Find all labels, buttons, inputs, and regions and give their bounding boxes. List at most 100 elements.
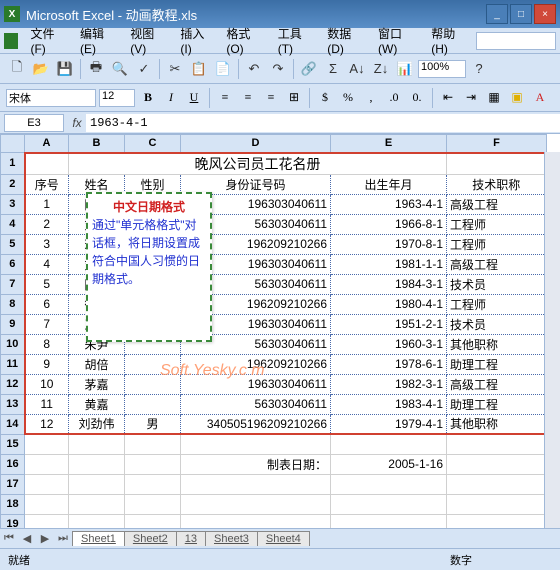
cell[interactable]: [447, 514, 547, 528]
cell-dob[interactable]: 1981-1-1: [331, 254, 447, 274]
row-header[interactable]: 10: [1, 334, 25, 354]
row-header[interactable]: 2: [1, 174, 25, 194]
row-header[interactable]: 19: [1, 514, 25, 528]
fx-icon[interactable]: fx: [68, 116, 86, 130]
sheet-tab[interactable]: Sheet3: [205, 531, 258, 546]
menu-edit[interactable]: 编辑(E): [74, 23, 122, 58]
tab-nav-next[interactable]: ▶: [36, 532, 54, 545]
cell[interactable]: [25, 514, 69, 528]
row-header[interactable]: 16: [1, 454, 25, 474]
cell[interactable]: [181, 474, 331, 494]
cell-sex[interactable]: [125, 354, 181, 374]
row-header[interactable]: 3: [1, 194, 25, 214]
cell[interactable]: [331, 514, 447, 528]
cell-id[interactable]: 56303040611: [181, 394, 331, 414]
italic-button[interactable]: I: [161, 88, 181, 108]
sheet-title[interactable]: 晚风公司员工花名册: [69, 153, 447, 175]
cell-seq[interactable]: 8: [25, 334, 69, 354]
formula-input[interactable]: [86, 114, 560, 132]
cell[interactable]: [447, 454, 547, 474]
fill-color-icon[interactable]: ▣: [507, 88, 527, 108]
row-header[interactable]: 15: [1, 434, 25, 454]
tab-nav-last[interactable]: ⏭: [54, 532, 72, 545]
font-name-select[interactable]: 宋体: [6, 89, 96, 107]
bold-button[interactable]: B: [138, 88, 158, 108]
print-icon[interactable]: 🖶: [85, 58, 107, 80]
menu-format[interactable]: 格式(O): [220, 23, 269, 58]
cell[interactable]: [69, 494, 125, 514]
cell[interactable]: [125, 474, 181, 494]
cell-seq[interactable]: 9: [25, 354, 69, 374]
cell[interactable]: [331, 434, 447, 454]
maximize-button[interactable]: □: [510, 4, 532, 24]
tab-nav-first[interactable]: ⏮: [0, 532, 18, 545]
app-menu-icon[interactable]: [4, 33, 18, 49]
cell-seq[interactable]: 12: [25, 414, 69, 434]
cell[interactable]: [125, 434, 181, 454]
copy-icon[interactable]: 📋: [188, 58, 210, 80]
cell-title[interactable]: 其他职称: [447, 334, 547, 354]
close-button[interactable]: ×: [534, 4, 556, 24]
cell-title[interactable]: 高级工程: [447, 374, 547, 394]
select-all-corner[interactable]: [1, 135, 25, 153]
cell-title[interactable]: 高级工程: [447, 254, 547, 274]
cell-sex[interactable]: [125, 394, 181, 414]
cell-seq[interactable]: 6: [25, 294, 69, 314]
cell-name[interactable]: 胡倍: [69, 354, 125, 374]
table-header[interactable]: 序号: [25, 174, 69, 194]
row-header[interactable]: 8: [1, 294, 25, 314]
cut-icon[interactable]: ✂: [164, 58, 186, 80]
sort-desc-icon[interactable]: Z↓: [370, 58, 392, 80]
align-right-icon[interactable]: ≡: [261, 88, 281, 108]
cell[interactable]: [447, 494, 547, 514]
cell-name[interactable]: 刘劲伟: [69, 414, 125, 434]
row-header[interactable]: 18: [1, 494, 25, 514]
cell-id[interactable]: 196303040611: [181, 374, 331, 394]
cell-title[interactable]: 技术员: [447, 314, 547, 334]
font-size-select[interactable]: 12: [99, 89, 135, 107]
table-header[interactable]: 出生年月: [331, 174, 447, 194]
cell-seq[interactable]: 1: [25, 194, 69, 214]
cell[interactable]: [69, 454, 125, 474]
cell-seq[interactable]: 3: [25, 234, 69, 254]
paste-icon[interactable]: 📄: [212, 58, 234, 80]
cell-id[interactable]: 340505196209210266: [181, 414, 331, 434]
table-header[interactable]: 技术职称: [447, 174, 547, 194]
cell-seq[interactable]: 11: [25, 394, 69, 414]
cell-dob[interactable]: 1978-6-1: [331, 354, 447, 374]
row-header[interactable]: 4: [1, 214, 25, 234]
undo-icon[interactable]: ↶: [243, 58, 265, 80]
cell-title[interactable]: 其他职称: [447, 414, 547, 434]
col-header-A[interactable]: A: [25, 135, 69, 153]
help-icon[interactable]: ?: [468, 58, 490, 80]
indent-dec-icon[interactable]: ⇤: [438, 88, 458, 108]
spell-icon[interactable]: ✓: [133, 58, 155, 80]
comma-icon[interactable]: ,: [361, 88, 381, 108]
callout-box[interactable]: 中文日期格式 通过"单元格格式"对话框，将日期设置成符合中国人习惯的日期格式。: [86, 192, 212, 342]
cell[interactable]: [125, 454, 181, 474]
cell-sex[interactable]: 男: [125, 414, 181, 434]
row-header[interactable]: 11: [1, 354, 25, 374]
cell-dob[interactable]: 1970-8-1: [331, 234, 447, 254]
cell-dob[interactable]: 1966-8-1: [331, 214, 447, 234]
cell[interactable]: [447, 153, 547, 175]
cell[interactable]: [69, 514, 125, 528]
cell[interactable]: [331, 494, 447, 514]
cell-title[interactable]: 技术员: [447, 274, 547, 294]
col-header-B[interactable]: B: [69, 135, 125, 153]
cell-dob[interactable]: 1951-2-1: [331, 314, 447, 334]
align-left-icon[interactable]: ≡: [215, 88, 235, 108]
cell[interactable]: [181, 514, 331, 528]
dec-dec-icon[interactable]: 0.: [407, 88, 427, 108]
name-box[interactable]: E3: [4, 114, 64, 132]
cell[interactable]: [447, 434, 547, 454]
cell[interactable]: [69, 474, 125, 494]
cell-dob[interactable]: 1982-3-1: [331, 374, 447, 394]
currency-icon[interactable]: $: [315, 88, 335, 108]
col-header-D[interactable]: D: [181, 135, 331, 153]
menu-data[interactable]: 数据(D): [321, 23, 370, 58]
menu-window[interactable]: 窗口(W): [372, 23, 423, 58]
menu-tools[interactable]: 工具(T): [272, 23, 320, 58]
cell[interactable]: [25, 494, 69, 514]
row-header[interactable]: 6: [1, 254, 25, 274]
